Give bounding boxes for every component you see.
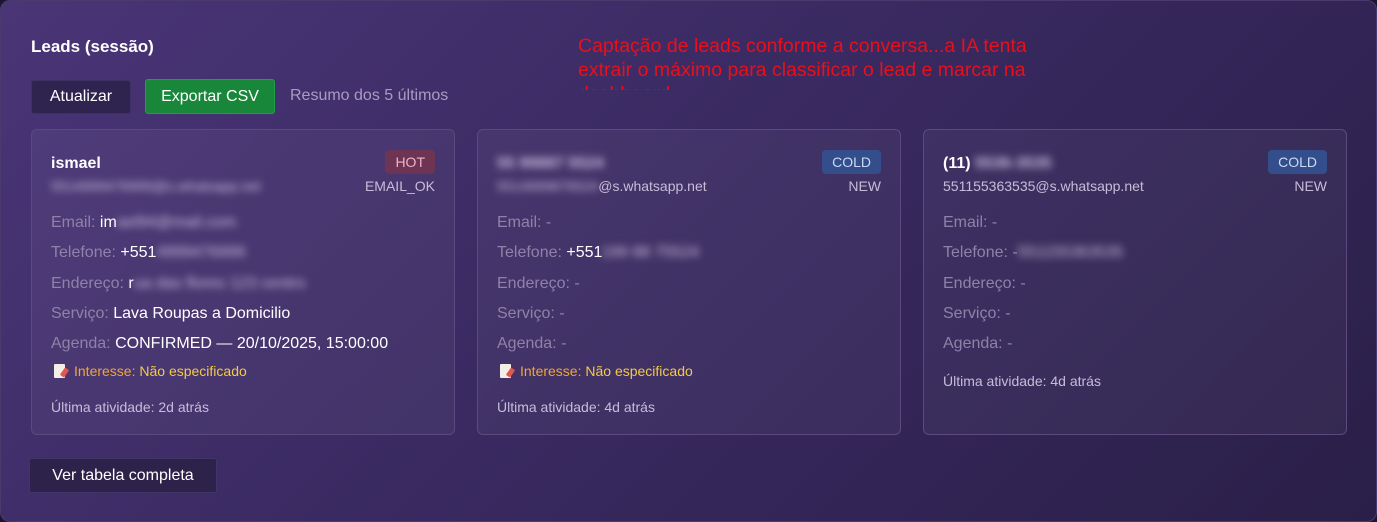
- annotation-line-2: extrair o máximo para classificar o lead…: [578, 59, 1026, 81]
- lead-status: NEW: [1294, 178, 1327, 194]
- lead-phone: Telefone: +551199 88 75524: [497, 244, 700, 261]
- annotation-line-1: Captação de leads conforme a conversa...…: [578, 35, 1027, 57]
- document-icon: [500, 364, 511, 378]
- annotation-line-3: dashboard: [578, 82, 1178, 90]
- leads-panel: Leads (sessão) Captação de leads conform…: [0, 0, 1377, 522]
- refresh-button[interactable]: Atualizar: [31, 80, 131, 114]
- lead-schedule: Agenda: -: [943, 335, 1013, 352]
- lead-email: Email: -: [943, 214, 998, 231]
- annotation-note: Captação de leads conforme a conversa...…: [578, 34, 1178, 90]
- lead-phone: Telefone: -551155363535: [943, 244, 1124, 261]
- lead-last-activity: Última atividade: 2d atrás: [51, 399, 209, 415]
- lead-service: Serviço: Lava Roupas a Domicilio: [51, 305, 291, 322]
- document-icon: [54, 364, 65, 378]
- export-csv-button[interactable]: Exportar CSV: [145, 79, 275, 114]
- lead-interest: Interesse: Não especificado: [500, 363, 693, 379]
- lead-last-activity: Última atividade: 4d atrás: [497, 399, 655, 415]
- lead-temperature-badge: HOT: [385, 150, 435, 174]
- lead-schedule: Agenda: CONFIRMED — 20/10/2025, 15:00:00: [51, 335, 389, 352]
- lead-interest: Interesse: Não especificado: [54, 363, 247, 379]
- summary-label: Resumo dos 5 últimos: [290, 87, 449, 104]
- lead-email: Email: -: [497, 214, 552, 231]
- panel-title: Leads (sessão): [31, 37, 154, 56]
- lead-service: Serviço: -: [943, 305, 1011, 322]
- lead-last-activity: Última atividade: 4d atrás: [943, 373, 1101, 389]
- lead-status: NEW: [848, 178, 881, 194]
- lead-temperature-badge: COLD: [1268, 150, 1327, 174]
- lead-address: Endereço: rua das flores 123 centro: [51, 275, 306, 292]
- lead-jid: 5514999476999@s.whatsapp.net: [51, 178, 261, 194]
- lead-address: Endereço: -: [497, 275, 580, 292]
- lead-email: Email: imael94@mail.com: [51, 214, 237, 231]
- lead-card[interactable]: 55 99887 5524 5514999876524@s.whatsapp.n…: [477, 129, 901, 435]
- lead-name: (11) 5536-3535: [943, 155, 1052, 172]
- lead-service: Serviço: -: [497, 305, 565, 322]
- lead-card[interactable]: ismael 5514999476999@s.whatsapp.net HOT …: [31, 129, 455, 435]
- lead-schedule: Agenda: -: [497, 335, 567, 352]
- lead-status: EMAIL_OK: [364, 178, 435, 194]
- lead-card[interactable]: (11) 5536-3535 551155363535@s.whatsapp.n…: [923, 129, 1347, 435]
- lead-name: 55 99887 5524: [497, 155, 604, 172]
- lead-phone: Telefone: +5514999476999: [51, 244, 246, 261]
- full-table-button[interactable]: Ver tabela completa: [29, 458, 217, 493]
- lead-temperature-badge: COLD: [822, 150, 881, 174]
- lead-name: ismael: [51, 155, 101, 172]
- lead-jid: 551155363535@s.whatsapp.net: [943, 178, 1144, 194]
- lead-address: Endereço: -: [943, 275, 1026, 292]
- lead-jid: 5514999876524@s.whatsapp.net: [497, 178, 707, 194]
